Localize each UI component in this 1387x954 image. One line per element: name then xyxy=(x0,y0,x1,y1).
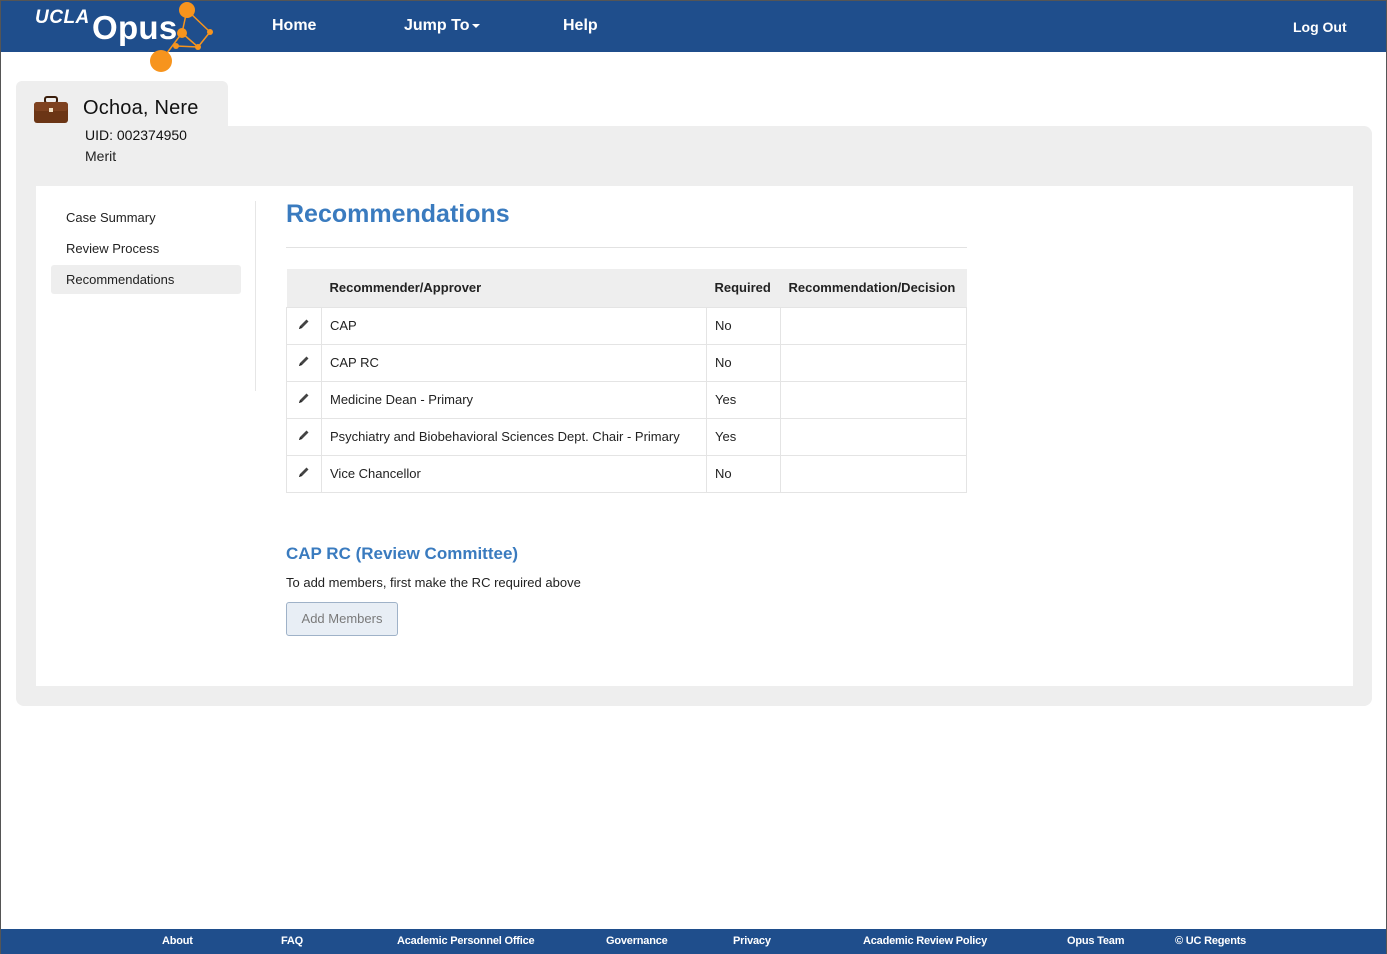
sidebar-item-review-process[interactable]: Review Process xyxy=(51,234,241,263)
decision-cell xyxy=(780,380,967,419)
review-committee-note: To add members, first make the RC requir… xyxy=(286,575,581,590)
edit-cell xyxy=(286,343,322,382)
edit-cell xyxy=(286,306,322,345)
approver-cell: CAP xyxy=(321,306,707,345)
decision-cell xyxy=(780,343,967,382)
logo-opus-text: Opus xyxy=(92,9,178,46)
nav-jump-to-dropdown[interactable]: Jump To xyxy=(404,17,481,35)
required-cell: Yes xyxy=(706,380,781,419)
caret-down-icon xyxy=(472,23,481,28)
edit-cell xyxy=(286,380,322,419)
table-header-row: Recommender/Approver Required Recommenda… xyxy=(286,269,967,307)
approver-cell: Vice Chancellor xyxy=(321,454,707,493)
approver-cell: Psychiatry and Biobehavioral Sciences De… xyxy=(321,417,707,456)
edit-cell xyxy=(286,454,322,493)
briefcase-icon xyxy=(33,96,69,129)
pencil-edit-icon[interactable] xyxy=(298,355,310,370)
sidebar-item-recommendations[interactable]: Recommendations xyxy=(51,265,241,294)
decision-cell xyxy=(780,454,967,493)
case-action-type: Merit xyxy=(85,148,117,164)
column-header-decision: Recommendation/Decision xyxy=(780,269,967,307)
sidebar-item-case-summary[interactable]: Case Summary xyxy=(51,203,241,232)
pencil-edit-icon[interactable] xyxy=(298,318,310,333)
title-divider xyxy=(286,247,967,248)
required-cell: No xyxy=(706,343,781,382)
column-header-required: Required xyxy=(706,269,781,307)
approver-cell: Medicine Dean - Primary xyxy=(321,380,707,419)
footer-link-faq[interactable]: FAQ xyxy=(281,935,303,947)
required-cell: No xyxy=(706,306,781,345)
recommendations-table: Recommender/Approver Required Recommenda… xyxy=(286,269,967,493)
case-candidate-name: Ochoa, Nere xyxy=(83,97,199,119)
logout-link[interactable]: Log Out xyxy=(1293,19,1347,35)
approver-cell: CAP RC xyxy=(321,343,707,382)
column-header-approver: Recommender/Approver xyxy=(321,269,707,307)
logo-ucla-text: UCLA xyxy=(35,7,90,28)
table-row: CAP No xyxy=(286,306,967,345)
case-sidebar: Case Summary Review Process Recommendati… xyxy=(51,203,241,296)
table-row: CAP RC No xyxy=(286,343,967,382)
page-title: Recommendations xyxy=(286,200,510,228)
pencil-edit-icon[interactable] xyxy=(298,392,310,407)
edit-column-header xyxy=(286,269,322,307)
content-area: Case Summary Review Process Recommendati… xyxy=(36,186,1353,686)
required-cell: No xyxy=(706,454,781,493)
decision-cell xyxy=(780,306,967,345)
sidebar-divider xyxy=(255,201,256,391)
footer-link-privacy[interactable]: Privacy xyxy=(733,935,771,947)
footer-link-academic-review-policy[interactable]: Academic Review Policy xyxy=(863,935,987,947)
nav-jump-to-label: Jump To xyxy=(404,17,470,34)
footer-link-opus-team[interactable]: Opus Team xyxy=(1067,935,1124,947)
opus-logo[interactable]: UCLA Opus xyxy=(1,1,231,76)
required-cell: Yes xyxy=(706,417,781,456)
add-members-button[interactable]: Add Members xyxy=(286,602,398,636)
nav-home-link[interactable]: Home xyxy=(272,17,316,35)
decision-cell xyxy=(780,417,967,456)
pencil-edit-icon[interactable] xyxy=(298,429,310,444)
footer-link-governance[interactable]: Governance xyxy=(606,935,668,947)
review-committee-title: CAP RC (Review Committee) xyxy=(286,544,519,563)
table-row: Vice Chancellor No xyxy=(286,454,967,493)
case-uid: UID: 002374950 xyxy=(85,127,187,143)
table-row: Medicine Dean - Primary Yes xyxy=(286,380,967,419)
footer-bar: About FAQ Academic Personnel Office Gove… xyxy=(1,929,1386,954)
footer-link-about[interactable]: About xyxy=(162,935,193,947)
footer-link-academic-personnel-office[interactable]: Academic Personnel Office xyxy=(397,935,535,947)
nav-help-link[interactable]: Help xyxy=(563,17,598,35)
pencil-edit-icon[interactable] xyxy=(298,466,310,481)
footer-copyright[interactable]: © UC Regents xyxy=(1175,935,1246,947)
table-row: Psychiatry and Biobehavioral Sciences De… xyxy=(286,417,967,456)
edit-cell xyxy=(286,417,322,456)
